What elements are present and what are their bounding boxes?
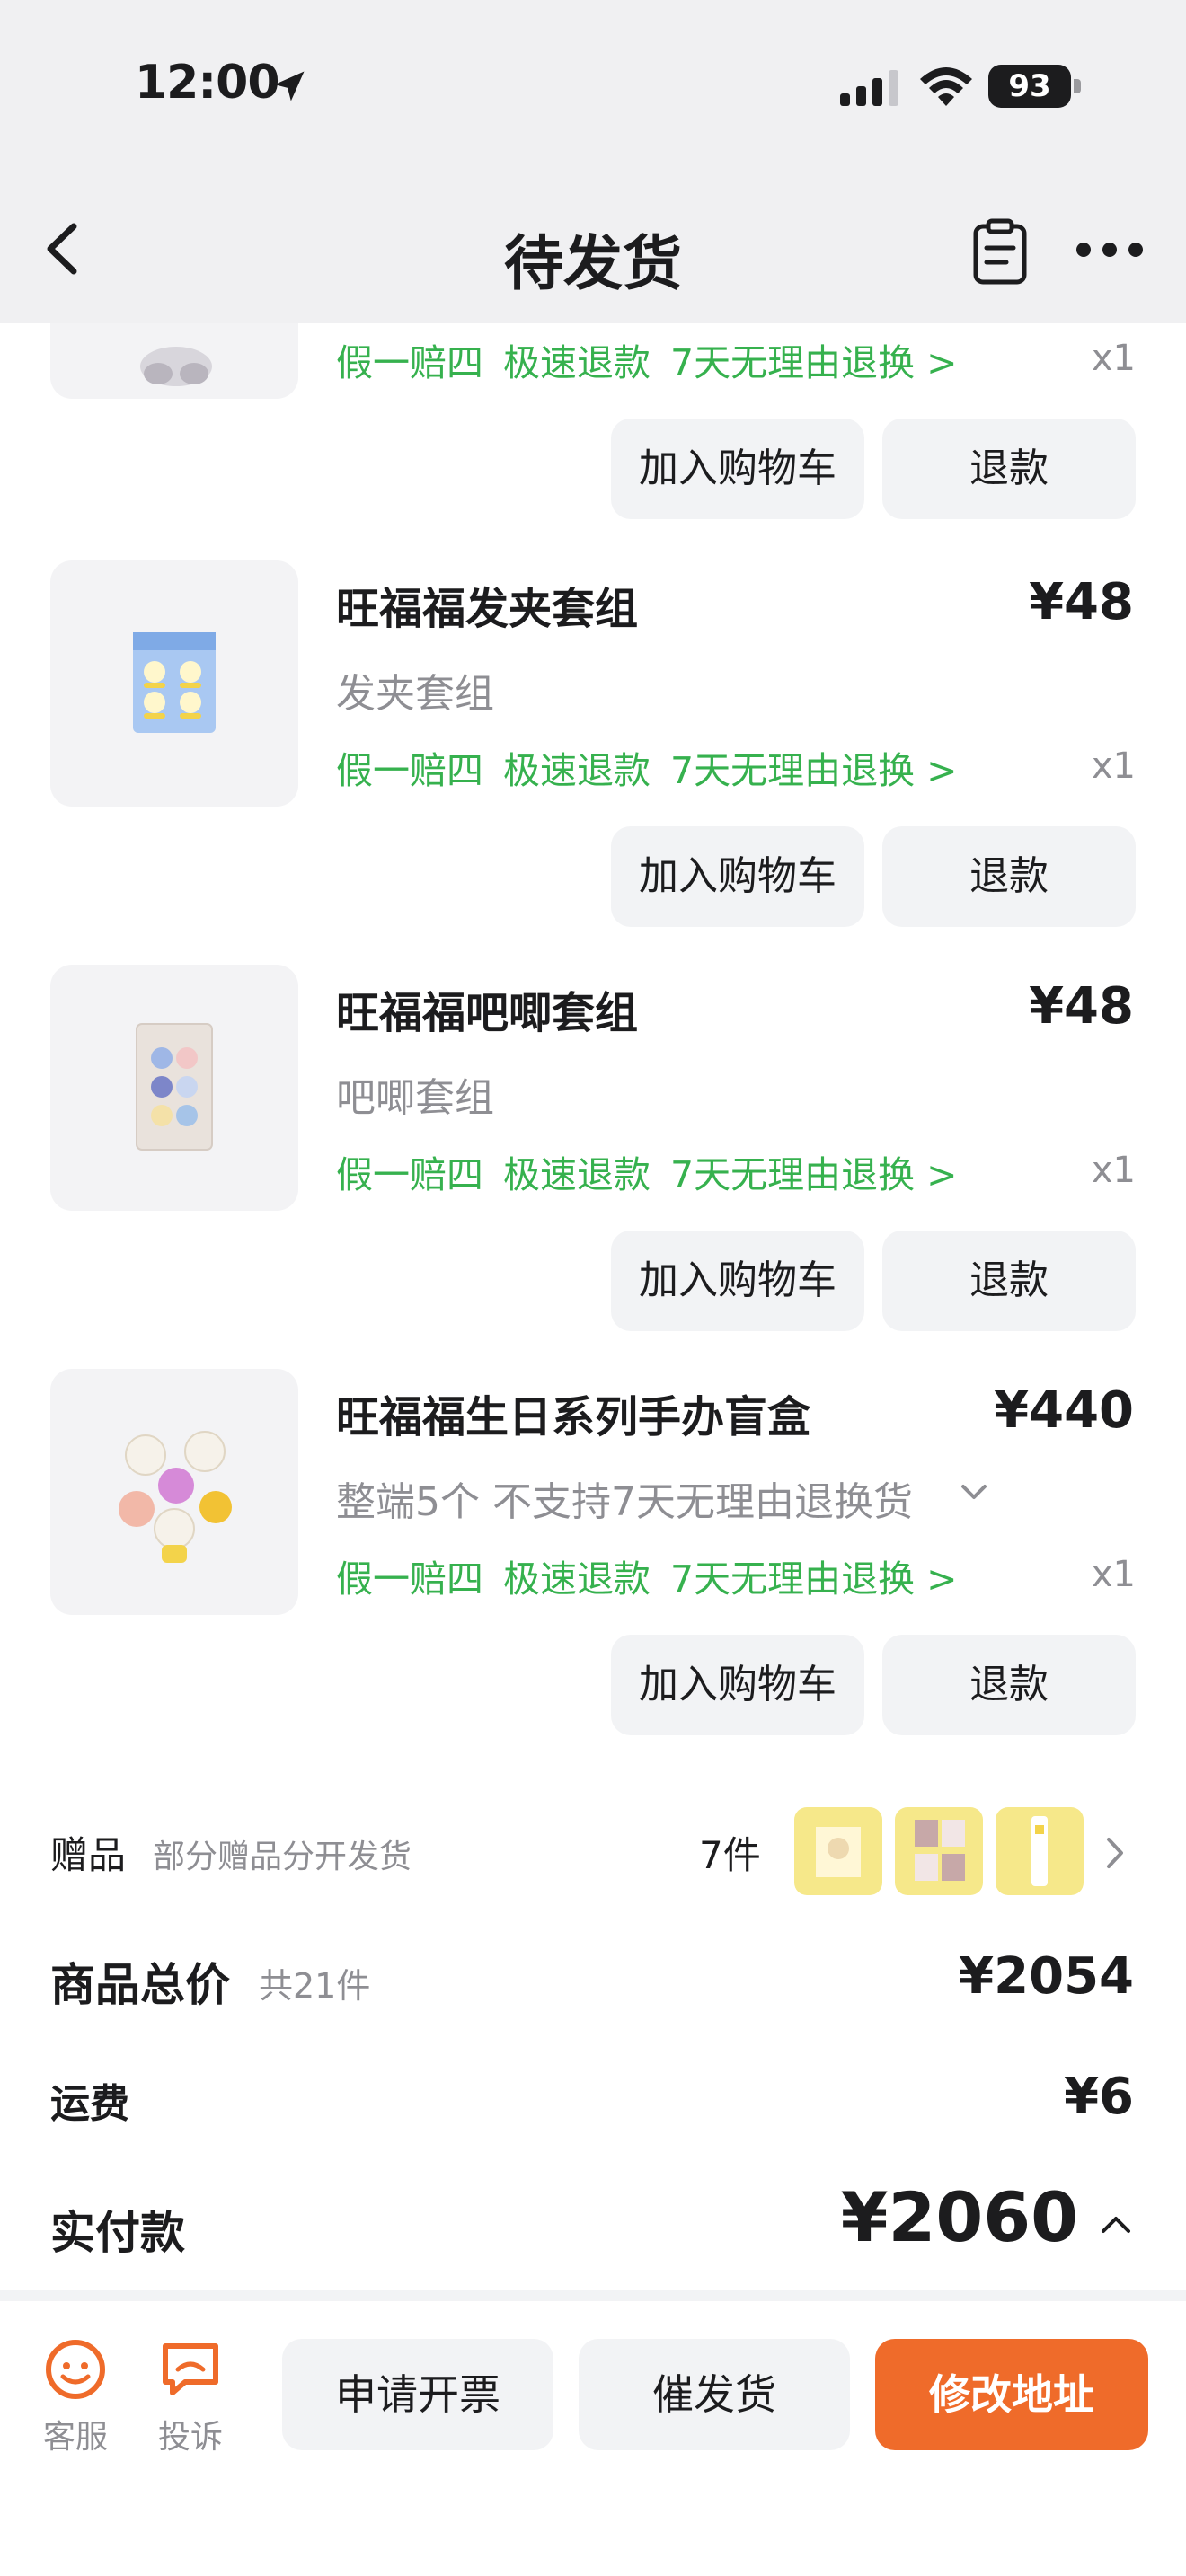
refund-button[interactable]: 退款 bbox=[882, 1635, 1136, 1735]
guarantee-tags[interactable]: 假一赔四 极速退款 7天无理由退换 > bbox=[336, 332, 977, 386]
expand-spec-chevron-icon[interactable] bbox=[958, 1481, 990, 1503]
gift-thumbnail bbox=[996, 1807, 1084, 1895]
shipping-value: ¥6 bbox=[1064, 2068, 1134, 2126]
location-arrow-icon bbox=[274, 71, 305, 101]
add-to-cart-button[interactable]: 加入购物车 bbox=[611, 826, 864, 927]
product-thumbnail[interactable] bbox=[50, 323, 298, 399]
product-price: ¥48 bbox=[1029, 573, 1134, 631]
wifi-icon bbox=[920, 67, 972, 106]
more-options-icon[interactable] bbox=[1075, 239, 1145, 260]
product-thumbnail[interactable] bbox=[50, 965, 298, 1211]
product-thumbnail[interactable] bbox=[50, 560, 298, 807]
guarantee-tags[interactable]: 假一赔四 极速退款 7天无理由退换 > bbox=[336, 1548, 977, 1602]
gifts-chevron-right-icon[interactable] bbox=[1105, 1836, 1125, 1870]
refund-button[interactable]: 退款 bbox=[882, 1231, 1136, 1331]
order-content: 假一赔四 极速退款 7天无理由退换 > x1 加入购物车 退款 旺福福发夹套组 ¥4… bbox=[0, 323, 1186, 2290]
refund-button[interactable]: 退款 bbox=[882, 826, 1136, 927]
goods-total-value: ¥2054 bbox=[959, 1947, 1134, 2006]
refund-button[interactable]: 退款 bbox=[882, 419, 1136, 519]
goods-total-row: 商品总价 共21件 ¥2054 bbox=[0, 1931, 1186, 2021]
product-spec: 吧唧套组 bbox=[336, 1075, 494, 1121]
paid-label: 实付款 bbox=[50, 2207, 185, 2259]
item-quantity: x1 bbox=[1091, 338, 1136, 379]
shipping-row: 运费 ¥6 bbox=[0, 2057, 1186, 2138]
complaint-label[interactable]: 投诉 bbox=[137, 2411, 244, 2457]
gift-thumbnail bbox=[794, 1807, 882, 1895]
gifts-note: 部分赠品分开发货 bbox=[153, 1839, 412, 1875]
add-to-cart-button[interactable]: 加入购物车 bbox=[611, 1635, 864, 1735]
battery-level: 93 bbox=[1008, 68, 1051, 104]
product-thumbnail[interactable] bbox=[50, 1369, 298, 1615]
add-to-cart-button[interactable]: 加入购物车 bbox=[611, 419, 864, 519]
goods-total-label: 商品总价 bbox=[50, 1959, 230, 2011]
item-quantity: x1 bbox=[1091, 1150, 1136, 1191]
product-title[interactable]: 旺福福生日系列手办盲盒 bbox=[336, 1381, 810, 1444]
gifts-count: 7件 bbox=[699, 1833, 761, 1877]
shipping-label: 运费 bbox=[50, 2081, 129, 2127]
request-invoice-button[interactable]: 申请开票 bbox=[282, 2339, 553, 2450]
urge-shipping-button[interactable]: 催发货 bbox=[579, 2339, 850, 2450]
order-item: 旺福福发夹套组 ¥48 发夹套组 假一赔四 极速退款 7天无理由退换 > x1 加入… bbox=[0, 560, 1186, 965]
order-item: 假一赔四 极速退款 7天无理由退换 > x1 加入购物车 退款 bbox=[0, 323, 1186, 557]
status-time: 12:00 bbox=[135, 56, 280, 110]
paid-value: ¥2060 bbox=[840, 2177, 1078, 2257]
battery-icon: 93 bbox=[988, 65, 1082, 108]
product-spec: 发夹套组 bbox=[336, 671, 494, 717]
product-spec[interactable]: 整端5个 不支持7天无理由退换货 bbox=[336, 1469, 947, 1527]
nav-bar: 待发货 bbox=[0, 171, 1186, 323]
customer-service-label[interactable]: 客服 bbox=[22, 2411, 129, 2457]
cellular-signal-icon bbox=[840, 70, 898, 106]
item-quantity: x1 bbox=[1091, 745, 1136, 787]
clipboard-icon[interactable] bbox=[970, 217, 1030, 286]
bottom-action-bar: 客服 投诉 申请开票 催发货 修改地址 bbox=[0, 2290, 1186, 2576]
gifts-row[interactable]: 赠品 部分赠品分开发货 7件 bbox=[0, 1778, 1186, 1922]
guarantee-tags[interactable]: 假一赔四 极速退款 7天无理由退换 > bbox=[336, 740, 977, 794]
product-title[interactable]: 旺福福吧唧套组 bbox=[336, 977, 638, 1040]
product-price: ¥48 bbox=[1029, 977, 1134, 1036]
modify-address-button[interactable]: 修改地址 bbox=[875, 2339, 1148, 2450]
product-title[interactable]: 旺福福发夹套组 bbox=[336, 573, 638, 636]
guarantee-tags[interactable]: 假一赔四 极速退款 7天无理由退换 > bbox=[336, 1144, 977, 1198]
gift-thumbnail bbox=[895, 1807, 983, 1895]
order-item: 旺福福吧唧套组 ¥48 吧唧套组 假一赔四 极速退款 7天无理由退换 > x1 加入… bbox=[0, 965, 1186, 1369]
complaint-icon[interactable] bbox=[158, 2337, 223, 2402]
gifts-label: 赠品 bbox=[50, 1833, 127, 1877]
customer-service-icon[interactable] bbox=[43, 2337, 108, 2402]
item-quantity: x1 bbox=[1091, 1554, 1136, 1595]
add-to-cart-button[interactable]: 加入购物车 bbox=[611, 1231, 864, 1331]
order-item: 旺福福生日系列手办盲盒 ¥440 整端5个 不支持7天无理由退换货 假一赔四 极速… bbox=[0, 1369, 1186, 1773]
collapse-chevron-up-icon[interactable] bbox=[1098, 2213, 1134, 2236]
goods-count: 共21件 bbox=[259, 1966, 371, 2006]
product-price: ¥440 bbox=[994, 1381, 1134, 1440]
status-bar: 12:00 93 bbox=[0, 0, 1186, 171]
paid-row[interactable]: 实付款 ¥2060 bbox=[0, 2174, 1186, 2272]
